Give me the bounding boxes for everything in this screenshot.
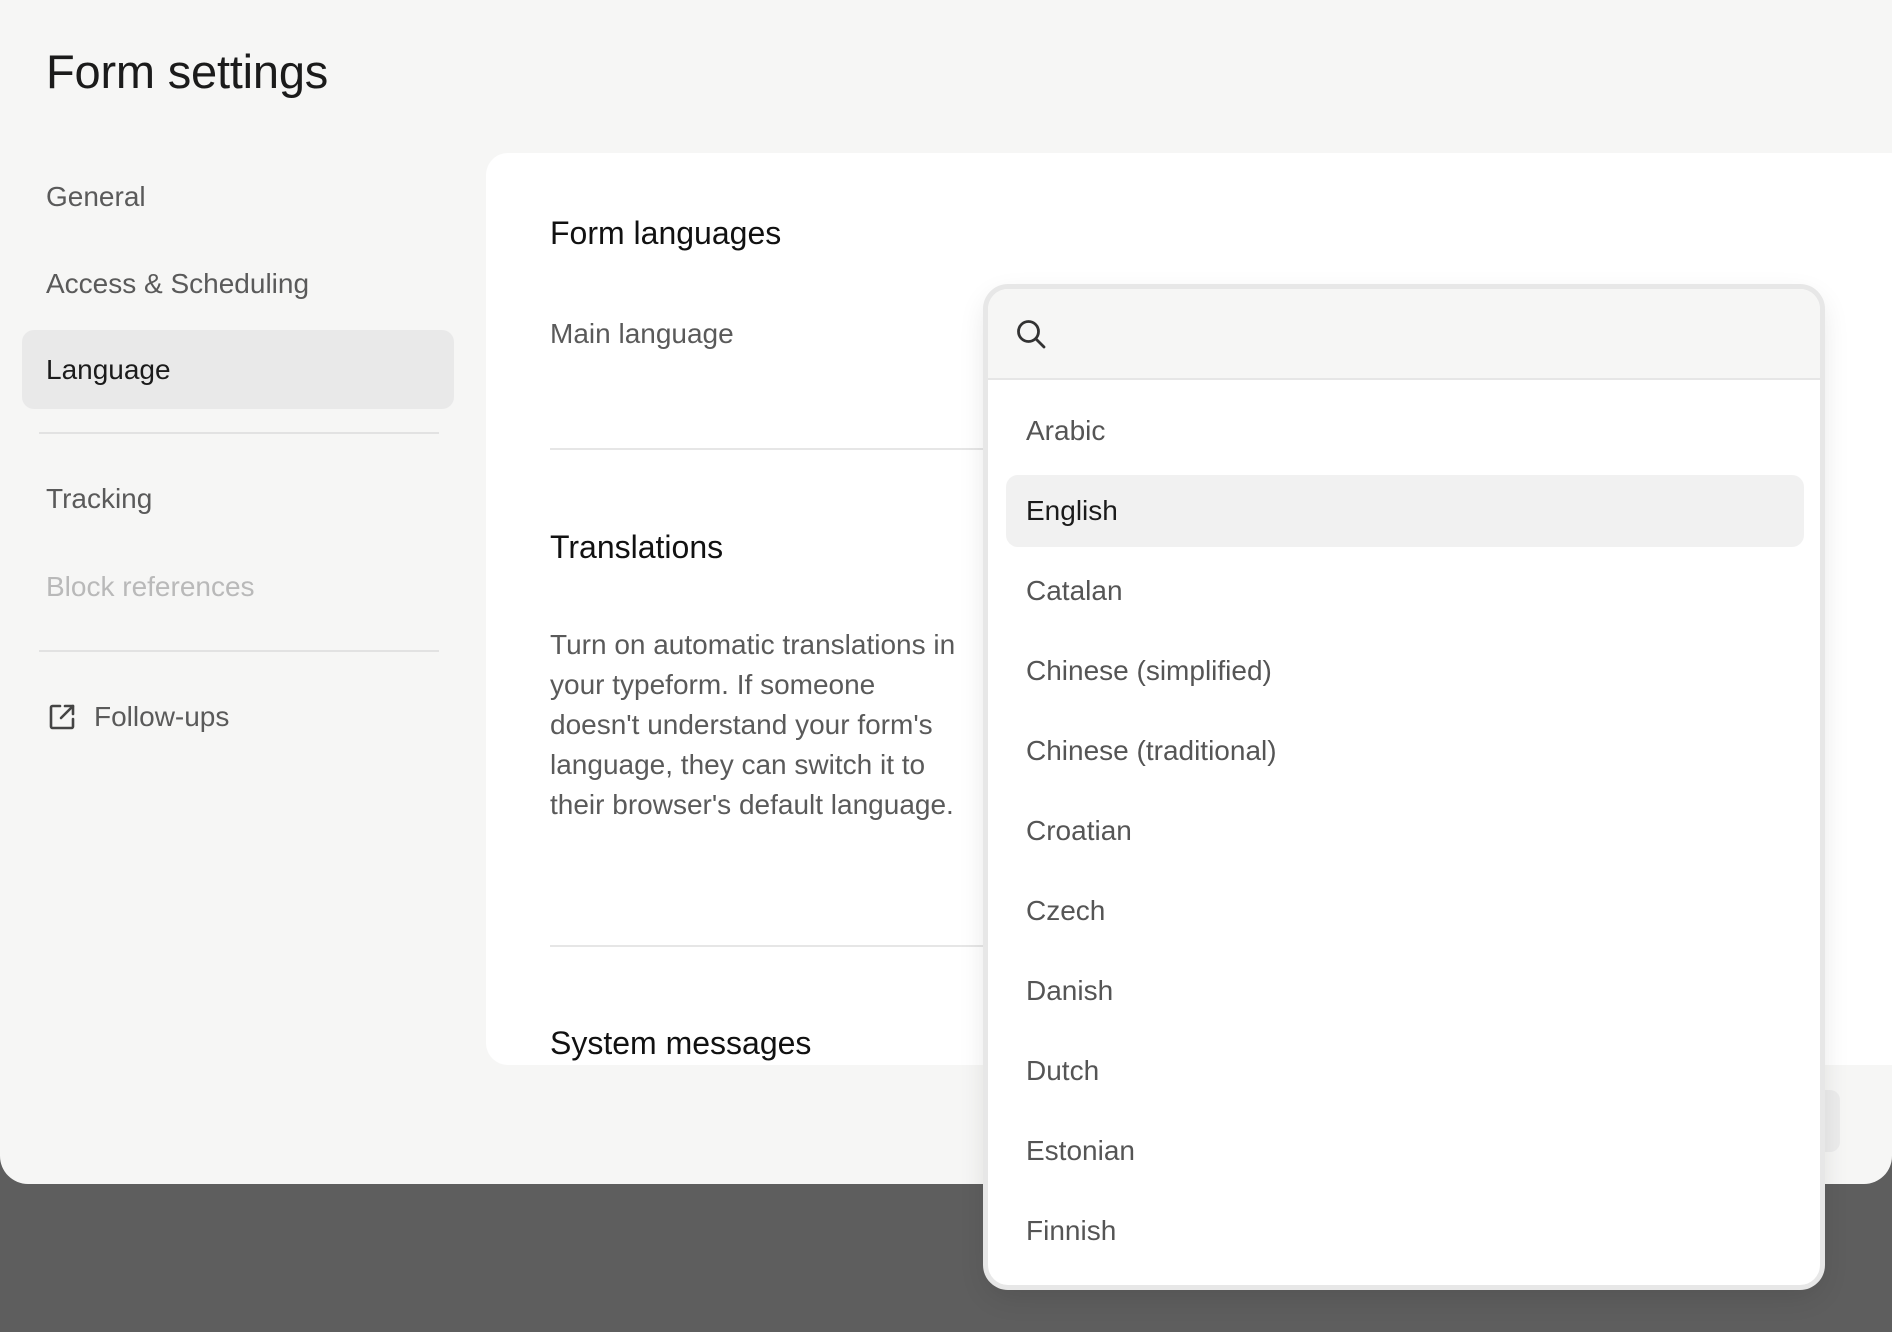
sidebar-item-label: Tracking [46, 482, 153, 514]
option-label: Danish [1026, 975, 1114, 1006]
option-label: Arabic [1026, 415, 1106, 446]
system-messages-heading: System messages [550, 1025, 812, 1061]
language-search[interactable] [988, 289, 1820, 380]
language-option-danish[interactable]: Danish [1006, 955, 1804, 1027]
sidebar-item-follow-ups[interactable]: Follow-ups [22, 677, 454, 756]
language-option-chinese-traditional[interactable]: Chinese (traditional) [1006, 715, 1804, 787]
translations-heading: Translations [550, 529, 724, 565]
sidebar-item-label: Language [46, 353, 171, 385]
sidebar-divider [39, 650, 439, 652]
sidebar-item-access-scheduling[interactable]: Access & Scheduling [22, 244, 454, 323]
external-link-icon [46, 701, 78, 733]
option-label: Estonian [1026, 1135, 1135, 1166]
language-option-arabic[interactable]: Arabic [1006, 395, 1804, 467]
sidebar-divider [39, 432, 439, 434]
option-label: Czech [1026, 895, 1106, 926]
language-option-catalan[interactable]: Catalan [1006, 555, 1804, 627]
option-label: English [1026, 495, 1118, 526]
language-option-croatian[interactable]: Croatian [1006, 795, 1804, 867]
language-option-finnish[interactable]: Finnish [1006, 1195, 1804, 1267]
section-divider [550, 448, 1050, 450]
option-label: Catalan [1026, 575, 1123, 606]
main-language-label: Main language [550, 318, 734, 349]
option-label: Croatian [1026, 815, 1132, 846]
sidebar-item-label: Block references [46, 570, 255, 602]
sidebar-item-tracking[interactable]: Tracking [22, 459, 454, 538]
search-icon [1014, 317, 1048, 351]
language-option-dutch[interactable]: Dutch [1006, 1035, 1804, 1107]
sidebar-item-block-references: Block references [22, 547, 454, 626]
language-search-input[interactable] [1064, 316, 1788, 351]
sidebar-item-language[interactable]: Language [22, 330, 454, 409]
sidebar-item-label: General [46, 180, 146, 212]
form-languages-heading: Form languages [550, 215, 782, 251]
page-title: Form settings [46, 45, 329, 98]
option-label: Chinese (traditional) [1026, 735, 1277, 766]
language-option-chinese-simplified[interactable]: Chinese (simplified) [1006, 635, 1804, 707]
option-label: Chinese (simplified) [1026, 655, 1272, 686]
option-label: Dutch [1026, 1055, 1100, 1086]
sidebar-item-general[interactable]: General [22, 157, 454, 236]
option-label: Finnish [1026, 1215, 1117, 1246]
sidebar-item-label: Access & Scheduling [46, 267, 310, 299]
section-divider [550, 945, 1050, 947]
language-dropdown: Arabic English Catalan Chinese (simplifi… [988, 289, 1820, 1285]
language-option-estonian[interactable]: Estonian [1006, 1115, 1804, 1187]
sidebar-item-label: Follow-ups [94, 700, 230, 732]
language-option-english[interactable]: English [1006, 475, 1804, 547]
language-option-czech[interactable]: Czech [1006, 875, 1804, 947]
translations-description: Turn on automatic translations in your t… [550, 629, 956, 820]
